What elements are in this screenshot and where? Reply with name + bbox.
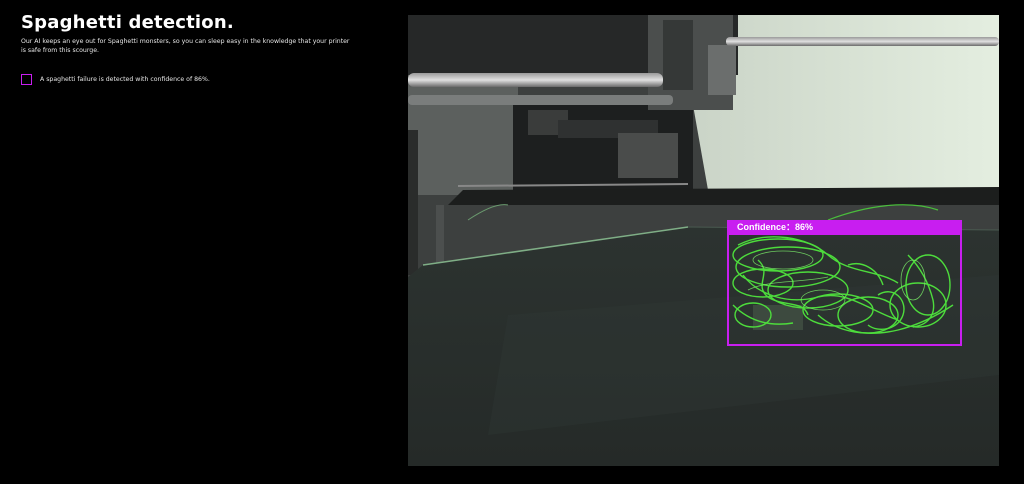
square-outline-icon [21,74,32,85]
intro-section: Spaghetti detection. Our AI keeps an eye… [21,12,351,55]
detection-legend: A spaghetti failure is detected with con… [21,74,210,85]
detection-confidence-label: Confidence：86% [727,220,962,235]
page-title: Spaghetti detection. [21,12,234,33]
detection-box [727,220,962,346]
camera-feed: Confidence：86% [408,15,999,466]
legend-text: A spaghetti failure is detected with con… [40,76,210,83]
page-description: Our AI keeps an eye out for Spaghetti mo… [21,38,350,54]
page: Spaghetti detection. Our AI keeps an eye… [0,0,1024,484]
